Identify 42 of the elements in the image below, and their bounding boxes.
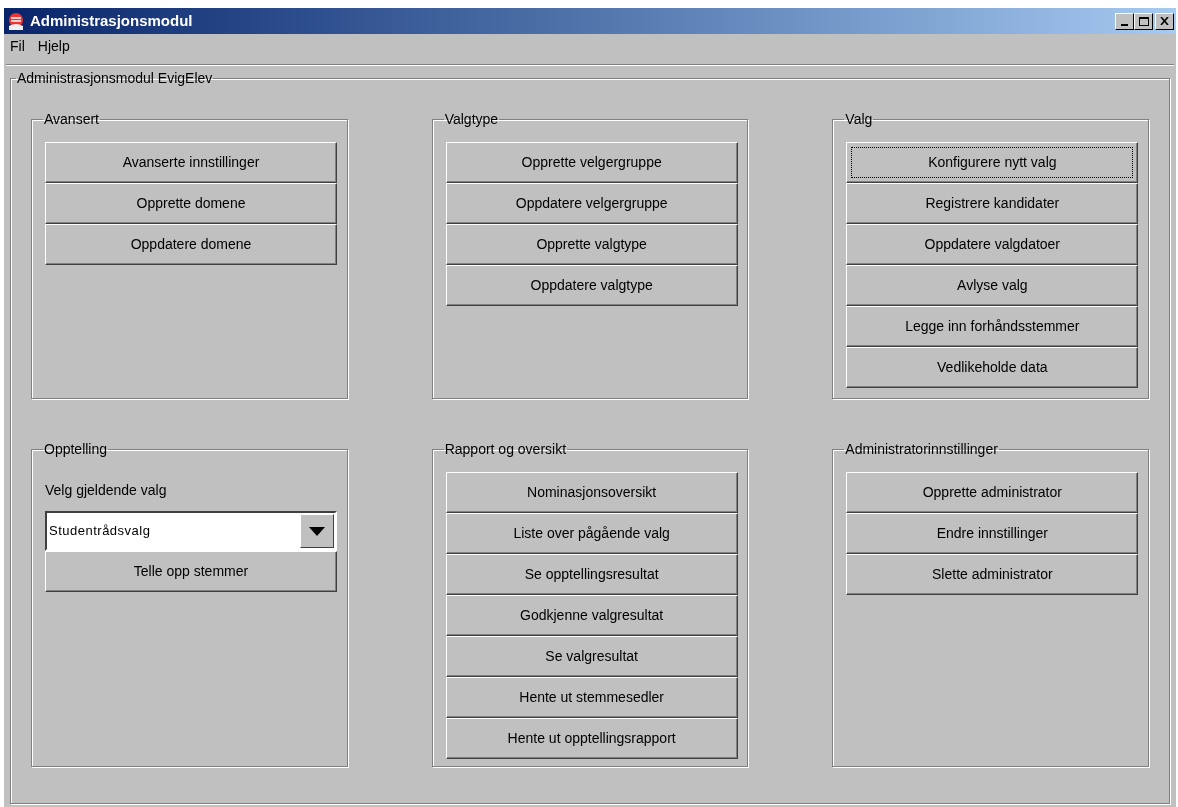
action-button[interactable]: Vedlikeholde data — [846, 347, 1139, 388]
action-button[interactable]: Se opptellingsresultat — [445, 554, 738, 595]
action-button[interactable]: Nominasjonsoversikt — [445, 472, 738, 513]
action-button[interactable]: Konfigurere nytt valg — [846, 142, 1139, 183]
action-button[interactable]: Legge inn forhåndsstemmer — [846, 306, 1139, 347]
minimize-button[interactable] — [1115, 12, 1134, 30]
action-button[interactable]: Oppdatere valgdatoer — [846, 224, 1139, 265]
action-button[interactable]: Slette administrator — [846, 554, 1139, 595]
dropdown-value: Studentrådsvalg — [48, 522, 152, 541]
main-group-title: Administrasjonsmodul EvigElev — [16, 69, 214, 88]
close-button[interactable] — [1155, 12, 1174, 30]
action-button[interactable]: Registrere kandidater — [846, 183, 1139, 224]
app-logo-icon — [6, 11, 26, 31]
action-button[interactable]: Oppdatere velgergruppe — [445, 183, 738, 224]
action-button[interactable]: Telle opp stemmer — [45, 551, 337, 592]
action-button[interactable]: Se valgresultat — [445, 636, 738, 677]
action-button[interactable]: Liste over pågående valg — [445, 513, 738, 554]
close-icon — [1160, 17, 1169, 25]
group-title: Avansert — [43, 110, 100, 129]
action-button[interactable]: Opprette valgtype — [445, 224, 738, 265]
menu-item[interactable]: Fil — [10, 35, 25, 57]
group-title: Rapport og oversikt — [443, 440, 568, 459]
action-button[interactable]: Godkjenne valgresultat — [445, 595, 738, 636]
action-button[interactable]: Avanserte innstillinger — [45, 142, 337, 183]
menu-item[interactable]: Hjelp — [37, 35, 70, 57]
action-button[interactable]: Opprette velgergruppe — [445, 142, 738, 183]
action-button[interactable]: Oppdatere valgtype — [445, 265, 738, 306]
field-label: Velg gjeldende valg — [45, 481, 168, 500]
action-button[interactable]: Avlyse valg — [846, 265, 1139, 306]
election-dropdown[interactable]: Studentrådsvalg — [45, 511, 337, 551]
action-button[interactable]: Hente ut stemmesedler — [445, 677, 738, 718]
group-title: Valg — [844, 110, 874, 129]
group-title: Administratorinnstillinger — [844, 440, 999, 459]
maximize-button[interactable] — [1134, 12, 1153, 30]
action-button[interactable]: Oppdatere domene — [45, 224, 337, 265]
action-button[interactable]: Opprette administrator — [846, 472, 1139, 513]
window-title: Administrasjonsmodul — [30, 10, 194, 31]
action-button[interactable]: Hente ut opptellingsrapport — [445, 718, 738, 759]
action-button[interactable]: Opprette domene — [45, 183, 337, 224]
group-title: Opptelling — [43, 440, 109, 459]
action-button[interactable]: Endre innstillinger — [846, 513, 1139, 554]
group-title: Valgtype — [443, 110, 500, 129]
